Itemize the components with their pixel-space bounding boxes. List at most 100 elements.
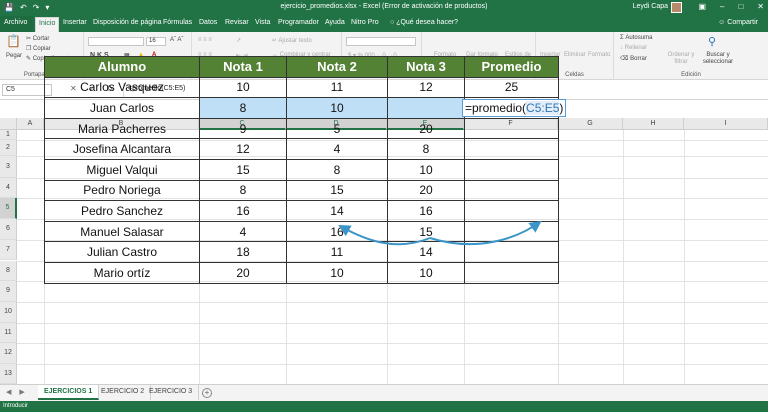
cut-button[interactable]: ✂ Cortar bbox=[26, 35, 49, 42]
tab-data[interactable]: Datos bbox=[199, 19, 217, 26]
tab-insert[interactable]: Insertar bbox=[63, 19, 87, 26]
table-cell[interactable]: 15 bbox=[387, 220, 465, 243]
table-cell[interactable]: 16 bbox=[387, 200, 465, 222]
row-header-6[interactable]: 6 bbox=[0, 219, 17, 240]
tab-help[interactable]: Ayuda bbox=[325, 19, 345, 26]
row-header-2[interactable]: 2 bbox=[0, 140, 17, 156]
row-header-11[interactable]: 11 bbox=[0, 322, 17, 344]
table-cell[interactable]: 8 bbox=[199, 97, 287, 119]
table-cell[interactable]: Carlos Vasquez bbox=[44, 76, 200, 99]
ribbon-display-icon[interactable]: ▣ bbox=[698, 2, 706, 11]
table-header-cell[interactable]: Promedio bbox=[464, 56, 559, 78]
row-header-7[interactable]: 7 bbox=[0, 239, 17, 261]
sheet-tab-ejercicio-3[interactable]: EJERCICIO 3 bbox=[143, 385, 200, 400]
next-sheet-icon[interactable]: ▶ bbox=[19, 388, 24, 396]
table-cell[interactable] bbox=[464, 261, 559, 284]
table-cell[interactable]: 8 bbox=[286, 158, 388, 181]
table-cell[interactable]: 20 bbox=[387, 179, 465, 202]
minimize-icon[interactable]: – bbox=[720, 2, 724, 11]
table-cell[interactable] bbox=[464, 179, 559, 202]
tab-file[interactable]: Archivo bbox=[0, 16, 33, 32]
tab-developer[interactable]: Programador bbox=[278, 19, 319, 26]
add-sheet-button[interactable]: + bbox=[202, 388, 212, 398]
table-cell[interactable]: 25 bbox=[464, 76, 559, 99]
tab-home[interactable]: Inicio bbox=[35, 17, 60, 32]
tab-nitro[interactable]: Nitro Pro bbox=[351, 19, 379, 26]
row-header-9[interactable]: 9 bbox=[0, 281, 17, 302]
autosum-button[interactable]: Σ Autosuma bbox=[620, 35, 652, 41]
share-button[interactable]: ☺ Compartir bbox=[718, 19, 758, 26]
table-cell[interactable]: 4 bbox=[286, 138, 388, 160]
row-header-10[interactable]: 10 bbox=[0, 301, 17, 323]
align-top-icons[interactable]: ≡ ≡ ≡ bbox=[198, 37, 212, 43]
paste-button[interactable]: Pegar bbox=[6, 53, 22, 59]
tab-page-layout[interactable]: Disposición de página bbox=[93, 19, 162, 26]
table-cell[interactable]: 11 bbox=[286, 241, 388, 263]
table-cell[interactable]: 10 bbox=[199, 76, 287, 99]
table-cell[interactable]: 11 bbox=[286, 76, 388, 99]
copy-button[interactable]: ❐ Copiar bbox=[26, 45, 51, 52]
table-cell[interactable]: Juan Carlos bbox=[44, 97, 200, 119]
table-header-cell[interactable]: Nota 2 bbox=[286, 56, 388, 78]
table-cell[interactable]: 15 bbox=[199, 158, 287, 181]
table-cell[interactable]: 14 bbox=[286, 200, 388, 222]
table-cell[interactable]: Miguel Valqui bbox=[44, 158, 200, 181]
table-cell[interactable]: 12 bbox=[199, 138, 287, 160]
table-cell[interactable]: Pedro Noriega bbox=[44, 179, 200, 202]
select-all-corner[interactable] bbox=[0, 118, 17, 130]
sheet-tab-ejercicios-1[interactable]: EJERCICIOS 1 bbox=[38, 385, 100, 400]
table-cell[interactable]: 20 bbox=[199, 261, 287, 284]
table-cell[interactable]: Maria Pacherres bbox=[44, 117, 200, 140]
table-cell[interactable] bbox=[464, 117, 559, 140]
tell-me-search[interactable]: ○ ¿Qué desea hacer? bbox=[390, 19, 458, 26]
table-cell[interactable]: 8 bbox=[199, 179, 287, 202]
table-cell[interactable]: 12 bbox=[387, 76, 465, 99]
table-cell[interactable] bbox=[464, 220, 559, 243]
number-format-combo[interactable] bbox=[346, 37, 416, 46]
row-header-8[interactable]: 8 bbox=[0, 260, 17, 282]
table-header-cell[interactable]: Nota 1 bbox=[199, 56, 287, 78]
tab-review[interactable]: Revisar bbox=[225, 19, 249, 26]
tab-view[interactable]: Vista bbox=[255, 19, 270, 26]
table-cell[interactable]: 14 bbox=[387, 241, 465, 263]
formula-edit-cell[interactable]: =promedio(C5:E5) bbox=[462, 97, 566, 119]
row-header-13[interactable]: 13 bbox=[0, 364, 17, 384]
fill-button[interactable]: ↓ Rellenar bbox=[620, 45, 647, 51]
magnifier-icon[interactable]: ⚲ bbox=[708, 35, 716, 48]
table-cell[interactable] bbox=[464, 200, 559, 222]
table-cell[interactable]: 10 bbox=[387, 158, 465, 181]
table-cell[interactable]: 15 bbox=[286, 179, 388, 202]
table-cell[interactable]: Josefina Alcantara bbox=[44, 138, 200, 160]
table-cell[interactable] bbox=[387, 97, 465, 119]
table-header-cell[interactable]: Nota 3 bbox=[387, 56, 465, 78]
row-header-5[interactable]: 5 bbox=[0, 198, 17, 220]
table-cell[interactable]: 10 bbox=[286, 261, 388, 284]
avatar[interactable] bbox=[671, 2, 682, 13]
table-cell[interactable]: 4 bbox=[199, 220, 287, 243]
table-cell[interactable]: 20 bbox=[387, 117, 465, 140]
delete-cells-button[interactable]: Eliminar bbox=[564, 52, 586, 58]
table-cell[interactable]: 10 bbox=[387, 261, 465, 284]
table-cell[interactable]: 18 bbox=[199, 241, 287, 263]
column-header-h[interactable]: H bbox=[623, 118, 684, 130]
clear-button[interactable]: ⌫ Borrar bbox=[620, 55, 647, 62]
close-icon[interactable]: ✕ bbox=[757, 2, 764, 11]
prev-sheet-icon[interactable]: ◀ bbox=[6, 388, 11, 396]
row-header-4[interactable]: 4 bbox=[0, 177, 17, 199]
wrap-text-button[interactable]: ↵ Ajustar texto bbox=[272, 37, 312, 44]
format-cells-button[interactable]: Formato bbox=[588, 52, 610, 58]
table-cell[interactable] bbox=[464, 241, 559, 263]
table-cell[interactable]: Manuel Salasar bbox=[44, 220, 200, 243]
tab-formulas[interactable]: Fórmulas bbox=[163, 19, 192, 26]
row-header-12[interactable]: 12 bbox=[0, 343, 17, 364]
orientation-icon[interactable]: ↗ bbox=[236, 37, 241, 44]
column-header-a[interactable]: A bbox=[17, 118, 44, 130]
table-cell[interactable]: 8 bbox=[387, 138, 465, 160]
table-cell[interactable]: 16 bbox=[286, 220, 388, 243]
maximize-icon[interactable]: □ bbox=[738, 2, 743, 11]
cell-formula-editor[interactable]: =promedio(C5:E5) bbox=[462, 99, 566, 118]
row-header-1[interactable]: 1 bbox=[0, 130, 17, 140]
table-cell[interactable]: Pedro Sanchez bbox=[44, 200, 200, 222]
sort-filter-button[interactable]: Ordenar y filtrar bbox=[664, 52, 698, 66]
row-header-3[interactable]: 3 bbox=[0, 156, 17, 178]
